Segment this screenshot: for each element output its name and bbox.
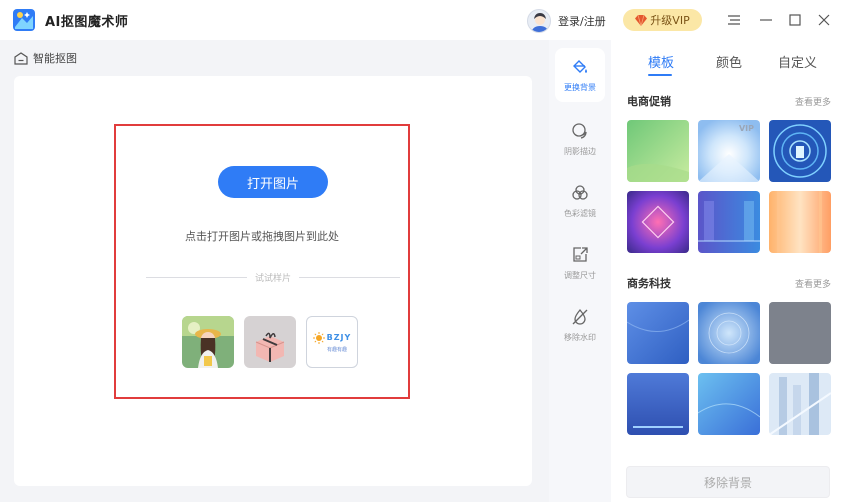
sample-thumbnail-logo[interactable]: BZJY 有趣有趣 (306, 316, 358, 368)
home-icon (14, 51, 28, 65)
title-bar: AI抠图魔术师 登录/注册 升级VIP (0, 0, 843, 40)
close-icon[interactable] (816, 12, 832, 28)
breadcrumb[interactable]: 智能抠图 (14, 50, 77, 66)
template-thumbnail[interactable] (769, 191, 831, 253)
sample-logo-text: BZJY (326, 333, 352, 342)
sun-icon (312, 331, 325, 344)
drop-zone[interactable]: 打开图片 点击打开图片或拖拽图片到此处 试试样片 BZJY 有趣有趣 (114, 124, 410, 399)
template-thumbnail[interactable] (698, 191, 760, 253)
tool-color-filter[interactable]: 色彩滤镜 (555, 174, 605, 228)
app-logo-icon (13, 9, 35, 31)
tool-resize[interactable]: 调整尺寸 (555, 236, 605, 290)
app-title: AI抠图魔术师 (45, 15, 129, 30)
minimize-icon[interactable] (758, 12, 774, 28)
view-more-business[interactable]: 查看更多 (795, 277, 831, 290)
remove-background-button[interactable]: 移除背景 (626, 466, 830, 498)
paint-bucket-icon (573, 59, 587, 73)
section-title-ecommerce: 电商促销 (627, 95, 671, 108)
sample-thumbnail-gift[interactable] (244, 316, 296, 368)
tab-color[interactable]: 颜色 (716, 52, 742, 71)
tool-remove-watermark[interactable]: 移除水印 (555, 298, 605, 352)
sample-thumbnail-girl[interactable] (182, 316, 234, 368)
tools-sidebar: 更换背景 阴影描边 色彩滤镜 调整尺寸 移除水印 (549, 40, 611, 502)
shadow-icon (572, 122, 587, 139)
view-more-ecommerce[interactable]: 查看更多 (795, 95, 831, 108)
sample-divider: 试试样片 (146, 270, 401, 284)
vip-tag: VIP (738, 124, 754, 133)
tool-label: 调整尺寸 (564, 270, 596, 280)
template-thumbnail[interactable] (627, 120, 689, 182)
template-thumbnail[interactable] (627, 373, 689, 435)
main-canvas: 打开图片 点击打开图片或拖拽图片到此处 试试样片 BZJY 有趣有趣 (14, 76, 532, 486)
user-avatar-icon (531, 13, 549, 32)
sample-label: 试试样片 (255, 273, 292, 284)
diamond-icon (635, 14, 648, 26)
tool-change-background[interactable]: 更换背景 (555, 48, 605, 102)
tab-custom[interactable]: 自定义 (778, 52, 817, 71)
resize-icon (573, 246, 588, 262)
color-filter-icon (572, 184, 588, 200)
tool-shadow-stroke[interactable]: 阴影描边 (555, 112, 605, 166)
open-image-button[interactable]: 打开图片 (218, 166, 328, 198)
template-thumbnail[interactable] (698, 373, 760, 435)
template-thumbnail[interactable] (769, 302, 831, 364)
active-tab-indicator (648, 74, 672, 76)
section-title-business: 商务科技 (627, 277, 671, 290)
template-thumbnail[interactable] (769, 120, 831, 182)
template-panel: 模板 颜色 自定义 电商促销 查看更多 VIP 商务科技 查看更多 移除背景 (611, 40, 843, 502)
tool-label: 色彩滤镜 (564, 208, 596, 218)
upgrade-vip-label: 升级VIP (650, 14, 690, 27)
template-thumbnail[interactable] (627, 191, 689, 253)
login-link[interactable]: 登录/注册 (558, 13, 606, 29)
tool-label: 移除水印 (564, 332, 596, 342)
sample-logo-subtext: 有趣有趣 (326, 346, 347, 353)
drop-hint: 点击打开图片或拖拽图片到此处 (185, 230, 339, 243)
tab-template[interactable]: 模板 (648, 52, 674, 71)
maximize-icon[interactable] (787, 12, 803, 28)
template-thumbnail[interactable] (769, 373, 831, 435)
breadcrumb-label: 智能抠图 (33, 52, 77, 65)
template-thumbnail[interactable] (698, 302, 760, 364)
tool-label: 更换背景 (564, 82, 596, 92)
upgrade-vip-button[interactable]: 升级VIP (623, 9, 702, 31)
user-avatar[interactable] (527, 9, 551, 33)
template-thumbnail-vip[interactable]: VIP (698, 120, 760, 182)
tool-label: 阴影描边 (564, 146, 596, 156)
template-thumbnail[interactable] (627, 302, 689, 364)
menu-icon[interactable] (726, 12, 742, 28)
remove-watermark-icon (572, 308, 588, 325)
